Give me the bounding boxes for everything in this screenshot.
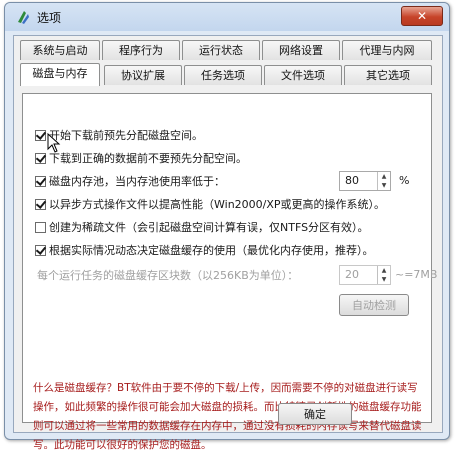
tab-label: 协议扩展 [121,69,165,82]
checkbox[interactable] [35,153,46,164]
disk-memory-panel: 开始下载前预先分配磁盘空间。 下载到正确的数据前不要预先分配空间。 磁盘内存池，… [22,93,437,451]
cache-blocks-label: 每个运行任务的磁盘缓存区块数（以256KB为单位）： [37,269,299,282]
dialog-body: 系统与启动 程序行为 运行状态 网络设置 代理与内网 磁盘与内存 协议扩展 任务… [13,35,443,451]
stepper-down-icon[interactable]: ▼ [378,275,390,284]
option-dynamic-cache[interactable]: 根据实际情况动态决定磁盘缓存的使用（最优化内存使用，推荐）。 [35,243,374,259]
memory-pool-percent-stepper[interactable]: 80 ▲ ▼ [339,171,391,191]
tab-task-options[interactable]: 任务选项 [184,65,262,85]
tab-label: 任务选项 [201,69,245,82]
options-dialog: 选项 ✕ 系统与启动 程序行为 运行状态 网络设置 代理与内网 磁盘与内存 协议… [4,2,450,451]
stepper-value: 80 [345,174,359,187]
tab-program-behavior[interactable]: 程序行为 [102,40,180,60]
checkbox[interactable] [35,130,46,141]
option-label: 以异步方式操作文件以提高性能（Win2000/XP或更高的操作系统）。 [49,198,386,211]
tab-label: 磁盘与内存 [32,67,88,80]
tab-proxy-lan[interactable]: 代理与内网 [342,40,432,60]
option-label: 根据实际情况动态决定磁盘缓存的使用（最优化内存使用，推荐）。 [49,244,374,257]
option-sparse-file[interactable]: 创建为稀疏文件（会引起磁盘空间计算有误，仅NTFS分区有效）。 [35,220,369,236]
close-icon: ✕ [416,9,428,23]
disk-cache-explanation: 什么是磁盘缓存？BT软件由于要不停的下载/上传，因而需要不停的对磁盘进行读写操作… [33,382,422,451]
tab-disk-memory[interactable]: 磁盘与内存 [20,63,100,86]
checkbox[interactable] [35,176,46,187]
option-label: 开始下载前预先分配磁盘空间。 [49,129,203,142]
option-no-prealloc-before-data[interactable]: 下载到正确的数据前不要预先分配空间。 [35,151,247,167]
tab-label: 网络设置 [279,44,323,57]
checkbox[interactable] [35,199,46,210]
option-memory-pool[interactable]: 磁盘内存池，当内存池使用率低于： [35,174,225,190]
tab-label: 运行状态 [199,44,243,57]
tab-protocol-extension[interactable]: 协议扩展 [104,65,182,85]
checkbox[interactable] [35,245,46,256]
ok-button[interactable]: 确定 [278,403,352,425]
stepper-arrows[interactable]: ▲ ▼ [377,172,390,190]
tab-run-status[interactable]: 运行状态 [182,40,260,60]
tab-network-settings[interactable]: 网络设置 [262,40,340,60]
auto-detect-button[interactable]: 自动检测 [339,294,409,316]
close-button[interactable]: ✕ [401,6,443,26]
stepper-up-icon[interactable]: ▲ [378,266,390,275]
cache-blocks-stepper[interactable]: 20 ▲ ▼ [339,265,391,285]
title-bar[interactable]: 选项 ✕ [5,3,449,31]
option-label: 下载到正确的数据前不要预先分配空间。 [49,152,247,165]
tab-label: 代理与内网 [359,44,415,57]
tab-label: 文件选项 [281,69,325,82]
option-label: 创建为稀疏文件（会引起磁盘空间计算有误，仅NTFS分区有效）。 [49,221,369,234]
stepper-up-icon[interactable]: ▲ [378,172,390,181]
app-logo-icon [18,11,29,24]
option-async-io[interactable]: 以异步方式操作文件以提高性能（Win2000/XP或更高的操作系统）。 [35,197,385,213]
cache-size-approx: ~=7MB [395,268,438,281]
tab-file-options[interactable]: 文件选项 [264,65,342,85]
window-title: 选项 [37,11,62,25]
tab-system-startup[interactable]: 系统与启动 [20,40,100,60]
option-label: 磁盘内存池，当内存池使用率低于： [49,175,225,188]
percent-unit: % [399,174,410,187]
tab-label: 其它选项 [366,69,410,82]
tab-other-options[interactable]: 其它选项 [344,65,432,85]
stepper-value: 20 [345,268,359,281]
tab-label: 程序行为 [119,44,163,57]
tab-label: 系统与启动 [32,44,88,57]
mouse-pointer-icon [47,133,61,153]
stepper-arrows[interactable]: ▲ ▼ [377,266,390,284]
stepper-down-icon[interactable]: ▼ [378,181,390,190]
checkbox[interactable] [35,222,46,233]
